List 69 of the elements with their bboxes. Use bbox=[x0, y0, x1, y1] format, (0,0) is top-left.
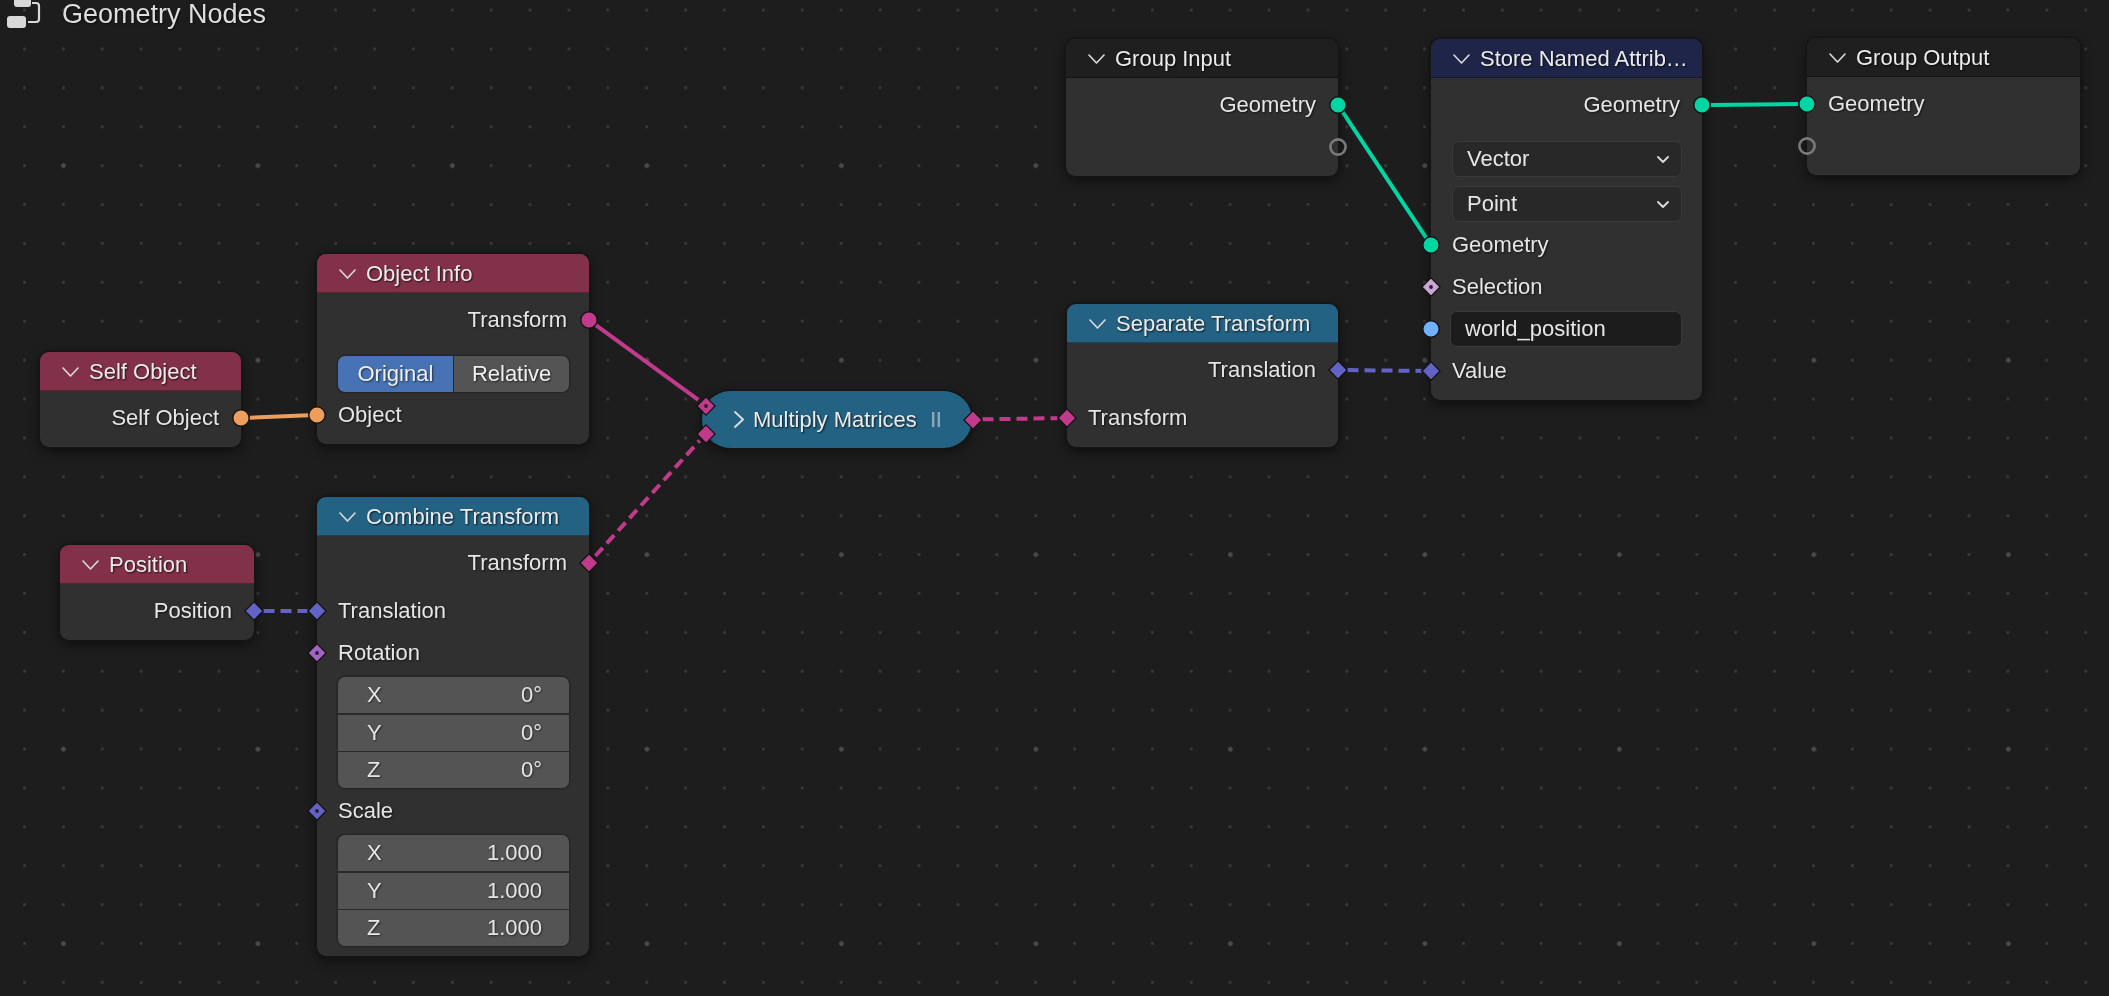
socket-label: Scale bbox=[338, 798, 394, 824]
dotted-diamond-socket-icon[interactable] bbox=[696, 395, 716, 416]
socket-label: Translation bbox=[338, 598, 446, 624]
circle-socket-icon[interactable] bbox=[308, 406, 326, 424]
chevron-down-icon[interactable] bbox=[1453, 53, 1470, 64]
diamond-socket-icon[interactable] bbox=[1328, 360, 1348, 380]
node-title: Multiply Matrices bbox=[753, 406, 917, 433]
toggle-button[interactable]: Relative bbox=[454, 356, 569, 392]
socket-label: Transform bbox=[1088, 405, 1188, 431]
chevron-down-icon[interactable] bbox=[1088, 53, 1105, 64]
chevron-down-icon[interactable] bbox=[62, 366, 79, 377]
diamond-socket-icon[interactable] bbox=[696, 423, 716, 444]
dropdown[interactable]: Vector bbox=[1452, 141, 1682, 177]
socket-label: Self Object bbox=[111, 405, 219, 431]
circle-socket-icon[interactable] bbox=[232, 409, 250, 427]
node-title: Group Output bbox=[1856, 44, 1990, 71]
ring-socket-icon[interactable] bbox=[1798, 137, 1816, 155]
number-field[interactable]: Y 1.000 bbox=[338, 872, 569, 909]
socket-label: Position bbox=[153, 598, 232, 624]
diamond-socket-icon[interactable] bbox=[307, 601, 327, 621]
chevron-down-icon bbox=[1657, 155, 1669, 163]
chevron-right-icon[interactable] bbox=[734, 411, 744, 428]
grip-icon bbox=[931, 412, 940, 427]
dotted-diamond-socket-icon[interactable] bbox=[307, 801, 327, 821]
node-title: Self Object bbox=[89, 358, 197, 385]
number-field[interactable]: X 1.000 bbox=[338, 835, 569, 871]
node-title: Combine Transform bbox=[366, 503, 560, 530]
chevron-down-icon[interactable] bbox=[339, 268, 356, 279]
socket-label: Value bbox=[1452, 358, 1507, 384]
number-field[interactable]: Z 1.000 bbox=[338, 910, 569, 946]
text-field[interactable]: world_position bbox=[1450, 311, 1682, 347]
socket-label: Rotation bbox=[338, 640, 420, 666]
number-field[interactable]: X 0° bbox=[338, 677, 569, 713]
node-editor-icon bbox=[6, 0, 41, 29]
diamond-socket-icon[interactable] bbox=[1421, 361, 1441, 381]
node-title: Object Info bbox=[366, 260, 473, 287]
number-field[interactable]: Z 0° bbox=[338, 752, 569, 788]
socket-label: Geometry bbox=[1828, 91, 1925, 117]
circle-socket-icon[interactable] bbox=[1422, 320, 1440, 338]
diamond-socket-icon[interactable] bbox=[579, 553, 599, 573]
circle-socket-icon[interactable] bbox=[1422, 236, 1440, 254]
socket-label: Transform bbox=[467, 307, 567, 333]
chevron-down-icon[interactable] bbox=[82, 559, 99, 570]
node-title: Store Named Attrib… bbox=[1480, 45, 1688, 72]
chevron-down-icon[interactable] bbox=[1829, 52, 1846, 63]
diamond-socket-icon[interactable] bbox=[1057, 408, 1077, 428]
circle-socket-icon[interactable] bbox=[1798, 95, 1816, 113]
socket-label: Transform bbox=[467, 550, 567, 576]
socket-label: Object bbox=[338, 402, 402, 428]
dotted-diamond-socket-icon[interactable] bbox=[307, 643, 327, 663]
diamond-socket-icon[interactable] bbox=[244, 601, 264, 621]
diamond-socket-icon[interactable] bbox=[963, 409, 983, 430]
chevron-down-icon bbox=[1657, 200, 1669, 208]
circle-socket-icon[interactable] bbox=[1693, 96, 1711, 114]
toggle-button[interactable]: Original bbox=[338, 356, 453, 392]
socket-label: Translation bbox=[1208, 357, 1316, 383]
socket-label: Geometry bbox=[1583, 92, 1680, 118]
dropdown[interactable]: Point bbox=[1452, 186, 1682, 222]
node-title: Separate Transform bbox=[1116, 310, 1311, 337]
dotted-diamond-socket-icon[interactable] bbox=[1421, 277, 1441, 297]
ring-socket-icon[interactable] bbox=[1329, 138, 1347, 156]
number-field[interactable]: Y 0° bbox=[338, 714, 569, 751]
node-title: Group Input bbox=[1115, 45, 1232, 72]
socket-label: Geometry bbox=[1452, 232, 1549, 258]
socket-label: Selection bbox=[1452, 274, 1543, 300]
editor-title: Geometry Nodes bbox=[62, 0, 267, 29]
circle-socket-icon[interactable] bbox=[1329, 96, 1347, 114]
node-title: Position bbox=[109, 551, 188, 578]
socket-label: Geometry bbox=[1219, 92, 1316, 118]
